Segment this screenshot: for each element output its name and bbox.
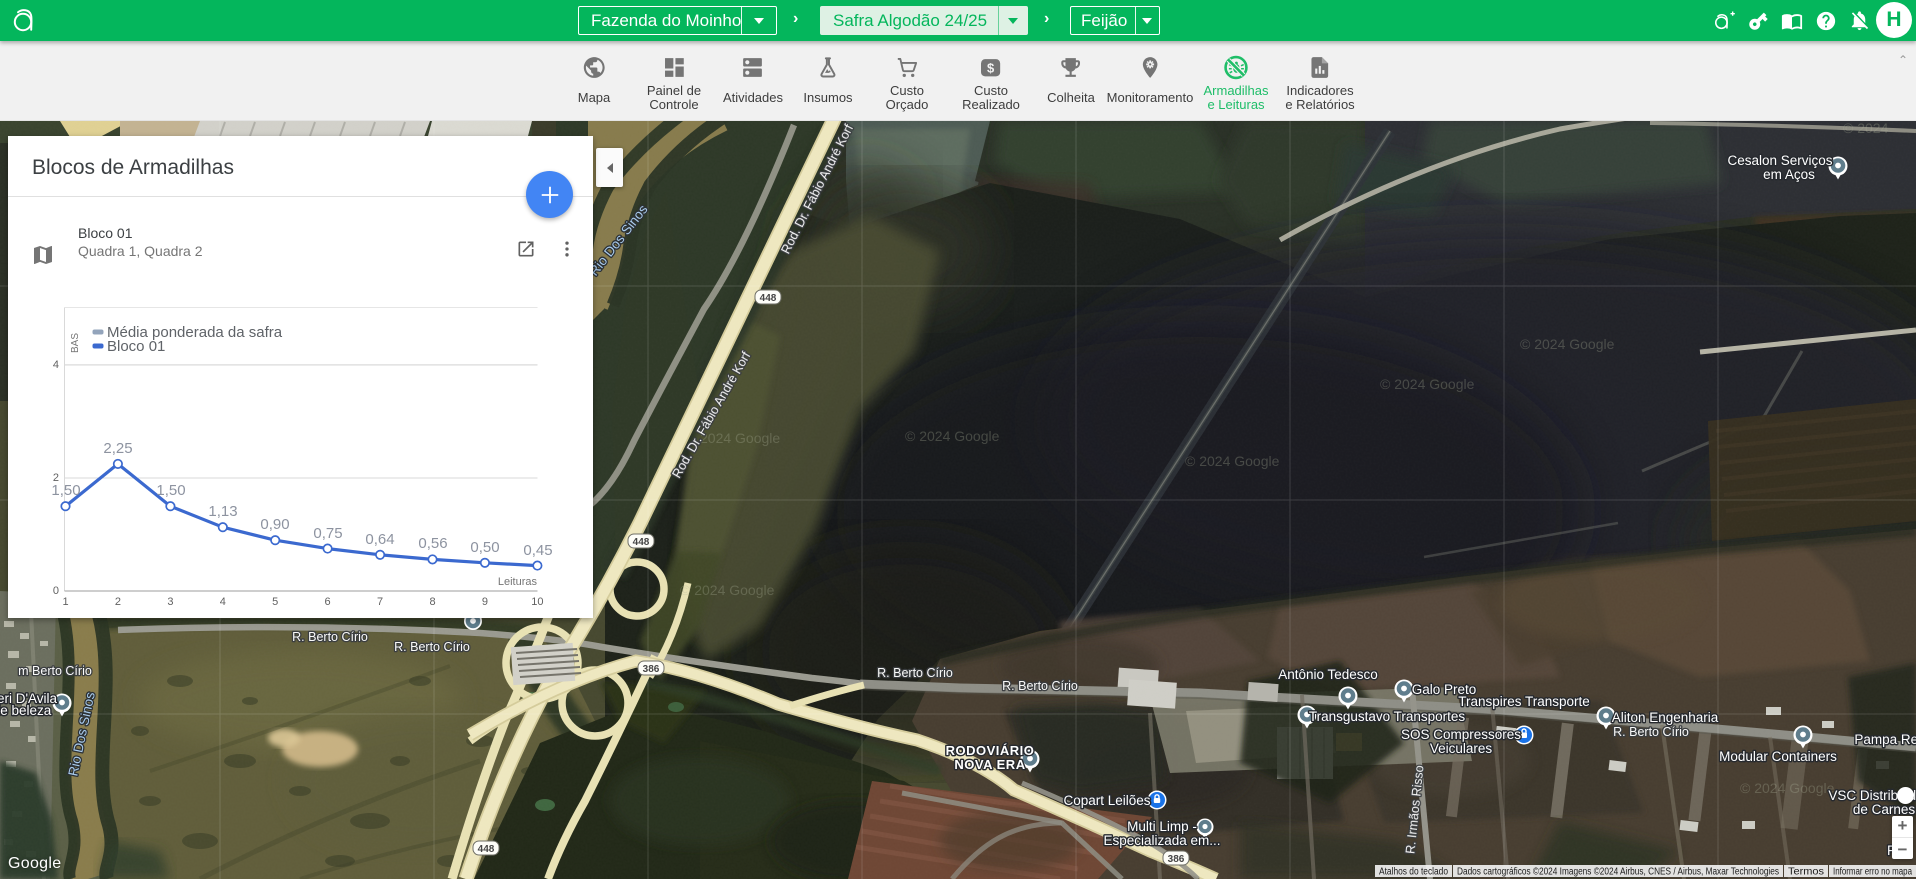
svg-text:de beleza: de beleza [0,703,52,718]
svg-text:Aliton Engenharia: Aliton Engenharia [1612,710,1719,725]
svg-text:BAS: BAS [70,333,81,353]
svg-text:© 2024 Google: © 2024 Google [1380,376,1475,392]
svg-text:4: 4 [220,596,226,608]
svg-text:RODOVIÁRIO: RODOVIÁRIO [946,743,1035,758]
svg-text:Transgustavo Transportes: Transgustavo Transportes [1309,709,1466,724]
svg-text:2,25: 2,25 [103,440,132,457]
svg-text:0,45: 0,45 [523,542,552,559]
svg-text:Termos: Termos [1788,867,1824,878]
svg-text:Especializada em...: Especializada em... [1103,833,1220,848]
svg-text:© 2024: © 2024 [1843,121,1889,136]
svg-text:9: 9 [482,596,488,608]
svg-text:7: 7 [377,596,383,608]
svg-text:Transpires Transporte: Transpires Transporte [1458,694,1590,709]
svg-text:0,64: 0,64 [365,531,394,548]
svg-text:5: 5 [272,596,278,608]
svg-text:1: 1 [62,596,68,608]
svg-text:Informar erro no mapa: Informar erro no mapa [1833,867,1912,878]
svg-text:Copart Leilões: Copart Leilões [1063,793,1150,808]
svg-text:6: 6 [325,596,331,608]
svg-text:em Aços: em Aços [1763,167,1815,182]
svg-text:1,50: 1,50 [156,482,185,499]
svg-text:de Carnes: de Carnes [1853,802,1916,817]
svg-text:R. Berto Círio: R. Berto Círio [1002,679,1078,693]
svg-text:SOS Compressores: SOS Compressores [1401,727,1521,742]
svg-text:$: $ [987,60,995,75]
svg-text:8: 8 [429,596,435,608]
svg-text:© 2024 Google: © 2024 Google [1185,453,1280,469]
svg-text:386: 386 [1168,854,1185,865]
svg-text:448: 448 [633,537,650,548]
svg-text:Modular Containers: Modular Containers [1719,749,1837,764]
svg-text:1,13: 1,13 [208,503,237,520]
svg-text:© 2024 Google: © 2024 Google [680,582,775,598]
svg-text:NOVA ERA: NOVA ERA [954,757,1025,772]
svg-text:2024 Google: 2024 Google [700,430,780,446]
svg-text:Antônio Tedesco: Antônio Tedesco [1278,667,1378,682]
svg-text:Atalhos do teclado: Atalhos do teclado [1379,867,1448,878]
svg-text:R. Berto Círio: R. Berto Círio [1613,725,1689,739]
svg-text:448: 448 [760,293,777,304]
svg-text:3: 3 [167,596,173,608]
svg-text:0,56: 0,56 [418,535,447,552]
svg-text:0,50: 0,50 [470,539,499,556]
svg-text:Dados cartográficos ©2024 Imag: Dados cartográficos ©2024 Imagens ©2024 … [1457,867,1779,878]
svg-text:m Berto Círio: m Berto Círio [18,664,92,678]
svg-text:R. Berto Círio: R. Berto Círio [394,640,470,654]
svg-text:Multi Limp -: Multi Limp - [1127,819,1197,834]
svg-text:Bloco 01: Bloco 01 [107,338,165,355]
svg-text:0,90: 0,90 [260,516,289,533]
svg-text:0: 0 [53,585,59,597]
svg-text:Leituras: Leituras [498,576,538,588]
svg-text:Pampa Req: Pampa Req [1854,732,1916,747]
svg-text:386: 386 [643,664,660,675]
svg-text:1,50: 1,50 [51,482,80,499]
svg-text:2: 2 [115,596,121,608]
svg-text:10: 10 [531,596,543,608]
svg-text:© 2024 Google: © 2024 Google [1520,336,1615,352]
svg-text:448: 448 [478,844,495,855]
svg-text:0,75: 0,75 [313,525,342,542]
svg-text:© 2024 Google: © 2024 Google [1740,780,1835,796]
svg-text:R. Berto Círio: R. Berto Círio [877,666,953,680]
svg-text:Veiculares: Veiculares [1430,741,1493,756]
svg-text:4: 4 [53,359,59,371]
svg-text:© 2024 Google: © 2024 Google [905,428,1000,444]
svg-text:Cesalon Serviços: Cesalon Serviços [1727,153,1832,168]
svg-text:R. Berto Círio: R. Berto Círio [292,630,368,644]
